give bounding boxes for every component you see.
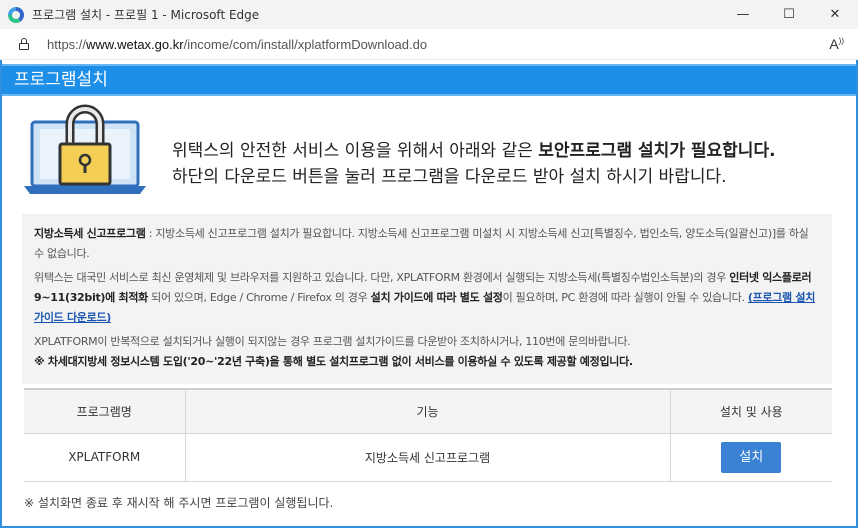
install-cell: 설치 xyxy=(669,433,832,482)
edge-logo-icon xyxy=(8,6,24,23)
notice-paragraph-4: ※ 차세대지방세 정보시스템 도입('20~'22년 구축)을 통해 별도 설치… xyxy=(34,355,633,368)
address-bar[interactable]: https://www.wetax.go.kr/income/com/insta… xyxy=(0,29,858,60)
window-title: 프로그램 설치 - 프로필 1 - Microsoft Edge xyxy=(32,8,260,22)
maximize-button[interactable]: ☐ xyxy=(766,0,812,29)
table-row: XPLATFORM 지방소득세 신고프로그램 설치 xyxy=(24,433,832,482)
window-titlebar: 프로그램 설치 - 프로필 1 - Microsoft Edge — ☐ ✕ xyxy=(0,0,858,29)
notice-paragraph-2: 위택스는 대국민 서비스로 최신 운영체제 및 브라우저를 지원하고 있습니다.… xyxy=(34,271,816,324)
intro-message: 위택스의 안전한 서비스 이용을 위해서 아래와 같은 보안프로그램 설치가 필… xyxy=(172,138,776,190)
footer-note: ※ 설치화면 종료 후 재시작 해 주시면 프로그램이 실행됩니다. xyxy=(24,496,334,510)
column-header-function: 기능 xyxy=(184,388,670,434)
read-aloud-icon[interactable]: A)) xyxy=(829,36,844,52)
intro-line-2: 하단의 다운로드 버튼을 눌러 프로그램을 다운로드 받아 설치 하시기 바랍니… xyxy=(172,167,727,187)
column-header-program-name: 프로그램명 xyxy=(24,388,185,434)
window-controls: — ☐ ✕ xyxy=(720,0,858,29)
program-function-cell: 지방소득세 신고프로그램 xyxy=(184,433,670,482)
intro-line-1: 위택스의 안전한 서비스 이용을 위해서 아래와 같은 보안프로그램 설치가 필… xyxy=(172,141,776,161)
program-name-cell: XPLATFORM xyxy=(24,433,185,482)
notice-paragraph-1: 지방소득세 신고프로그램 : 지방소득세 신고프로그램 설치가 필요합니다. 지… xyxy=(34,227,809,260)
install-button[interactable]: 설치 xyxy=(721,441,782,473)
notice-paragraph-3: XPLATFORM이 반복적으로 설치되거나 실행이 되지않는 경우 프로그램 … xyxy=(34,335,631,348)
program-table: 프로그램명 기능 설치 및 사용 XPLATFORM 지방소득세 신고프로그램 … xyxy=(24,388,832,482)
close-button[interactable]: ✕ xyxy=(812,0,858,29)
minimize-button[interactable]: — xyxy=(720,0,766,29)
laptop-padlock-icon xyxy=(24,104,146,194)
lock-icon[interactable] xyxy=(19,38,29,50)
column-header-install: 설치 및 사용 xyxy=(669,388,832,434)
url-text[interactable]: https://www.wetax.go.kr/income/com/insta… xyxy=(47,37,427,52)
page-title: 프로그램설치 xyxy=(2,64,856,96)
notice-box: 지방소득세 신고프로그램 : 지방소득세 신고프로그램 설치가 필요합니다. 지… xyxy=(22,214,832,384)
table-header-row: 프로그램명 기능 설치 및 사용 xyxy=(24,388,832,434)
